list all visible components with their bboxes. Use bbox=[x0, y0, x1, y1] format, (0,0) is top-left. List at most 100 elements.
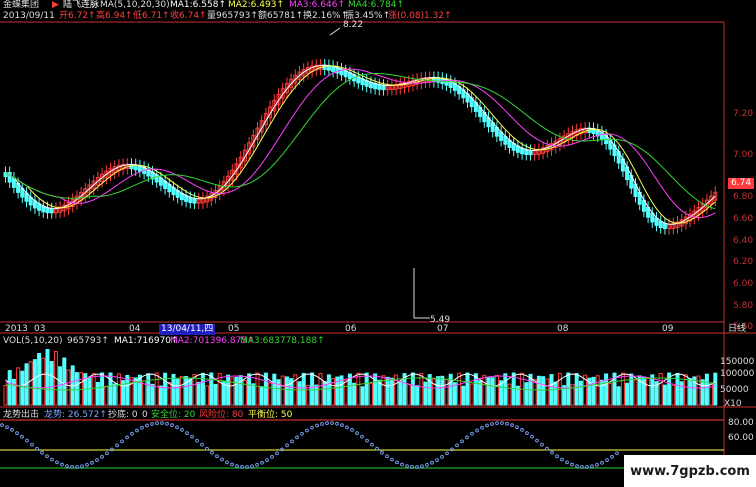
current-price-badge: 6.74 bbox=[728, 178, 755, 189]
volume-bar bbox=[95, 381, 100, 406]
longshi-dot bbox=[480, 425, 484, 430]
volume-bar bbox=[448, 373, 453, 406]
longshi-dot bbox=[20, 434, 24, 439]
volume-bar bbox=[37, 352, 42, 406]
longshi-dot bbox=[500, 421, 504, 425]
longshi-dot bbox=[395, 460, 399, 465]
longshi-dot bbox=[250, 464, 254, 469]
close-price: 收6.74↑ bbox=[170, 11, 207, 21]
longshi-dot bbox=[235, 464, 239, 468]
volume-bar bbox=[213, 384, 218, 406]
longshi-dot bbox=[445, 451, 449, 456]
crosshair-date-label: 13/04/11,四 bbox=[159, 324, 216, 335]
longshi-dot bbox=[170, 423, 174, 427]
volume-bar bbox=[314, 384, 319, 406]
volume-bar bbox=[440, 375, 445, 406]
longshi-dot bbox=[205, 446, 209, 451]
volume-bar bbox=[268, 382, 273, 406]
volume-bar bbox=[79, 372, 84, 406]
longshi-dot bbox=[85, 463, 89, 467]
volume-bar bbox=[137, 374, 142, 406]
date-axis-label: 03 bbox=[34, 324, 46, 334]
volume-bar bbox=[226, 374, 231, 406]
volume-bar bbox=[360, 386, 365, 406]
volume-bar bbox=[234, 376, 239, 406]
indicator-axis-label: 80.00 bbox=[728, 418, 754, 428]
longshi-dot bbox=[155, 421, 159, 425]
volume-bar bbox=[62, 357, 67, 406]
longshi-dot bbox=[540, 442, 544, 447]
longshi-dot bbox=[200, 442, 204, 447]
longshi-dot bbox=[60, 462, 64, 467]
longshi-dot bbox=[340, 423, 344, 427]
longshi-dot bbox=[415, 465, 419, 469]
longshi-dot bbox=[15, 431, 19, 435]
volume-bar bbox=[200, 372, 205, 406]
volume-bar bbox=[604, 373, 609, 406]
longshi-dot bbox=[360, 434, 364, 439]
longshi-dot bbox=[555, 454, 559, 459]
volume-bar bbox=[688, 378, 693, 406]
volume-bar bbox=[536, 375, 541, 406]
longshi-dot bbox=[485, 423, 489, 428]
volume-ma1: MA1:716970↑ bbox=[114, 336, 179, 346]
candle-body bbox=[49, 208, 54, 214]
date-axis-label: 07 bbox=[437, 324, 449, 334]
longshi-dot bbox=[240, 465, 244, 469]
longshi-dot bbox=[405, 464, 409, 468]
longshi-dot bbox=[435, 458, 439, 462]
volume-bar bbox=[247, 373, 252, 406]
volume-bar bbox=[490, 377, 495, 406]
volume-bar bbox=[7, 370, 12, 406]
volume-bar bbox=[368, 383, 373, 406]
volume-bar bbox=[280, 375, 285, 406]
volume-bar bbox=[175, 378, 180, 406]
longshi-dot bbox=[25, 438, 29, 443]
volume-bar bbox=[45, 349, 50, 406]
longshi-dot bbox=[195, 438, 199, 443]
longshi-dot bbox=[30, 442, 34, 447]
longshi-dot bbox=[145, 423, 149, 428]
volume-axis-unit: X10 bbox=[724, 399, 742, 409]
volume-bar bbox=[196, 381, 201, 406]
date-axis-label: 05 bbox=[228, 324, 240, 334]
longshi-dot bbox=[430, 460, 434, 465]
volume-bar bbox=[373, 373, 378, 406]
longshi-dot bbox=[125, 435, 129, 440]
volume-bar bbox=[301, 372, 306, 406]
longshi-dot bbox=[300, 431, 304, 436]
longshi-dot bbox=[375, 446, 379, 451]
volume-bar bbox=[66, 369, 71, 406]
price-axis-label: 5.80 bbox=[733, 301, 754, 311]
longshi-dot bbox=[565, 460, 569, 465]
volume-bar bbox=[713, 372, 718, 406]
longshi-dot bbox=[605, 458, 609, 462]
indicator-risk-line: 风险位: 80 bbox=[199, 410, 244, 420]
candle-body bbox=[654, 217, 659, 226]
dropdown-arrow-icon[interactable]: ▶ bbox=[52, 0, 59, 11]
watermark: www.7gpzb.com bbox=[624, 455, 756, 487]
volume-bar bbox=[32, 359, 37, 406]
longshi-dot bbox=[580, 465, 584, 469]
longshi-dot bbox=[45, 454, 49, 459]
candle-body bbox=[524, 149, 529, 156]
longshi-dot bbox=[615, 451, 619, 456]
volume-bar bbox=[545, 378, 550, 406]
high-price: 高6.94↑ bbox=[96, 11, 133, 21]
volume-bar bbox=[620, 372, 625, 406]
period-button[interactable]: 日线 bbox=[728, 324, 746, 335]
date-axis-label: 06 bbox=[345, 324, 357, 334]
volume-bar bbox=[209, 372, 214, 406]
longshi-dot bbox=[55, 460, 59, 465]
volume-bar bbox=[108, 372, 113, 406]
longshi-dot bbox=[545, 446, 549, 451]
volume-bar bbox=[284, 376, 289, 406]
volume-bar bbox=[473, 373, 478, 406]
stock-name: 陆飞连脉 bbox=[63, 0, 100, 10]
longshi-dot bbox=[510, 423, 514, 427]
longshi-dot bbox=[80, 464, 84, 469]
volume-bar bbox=[116, 373, 121, 406]
candle-body bbox=[528, 150, 533, 156]
volume-bar bbox=[184, 376, 189, 406]
longshi-dot bbox=[105, 451, 109, 456]
